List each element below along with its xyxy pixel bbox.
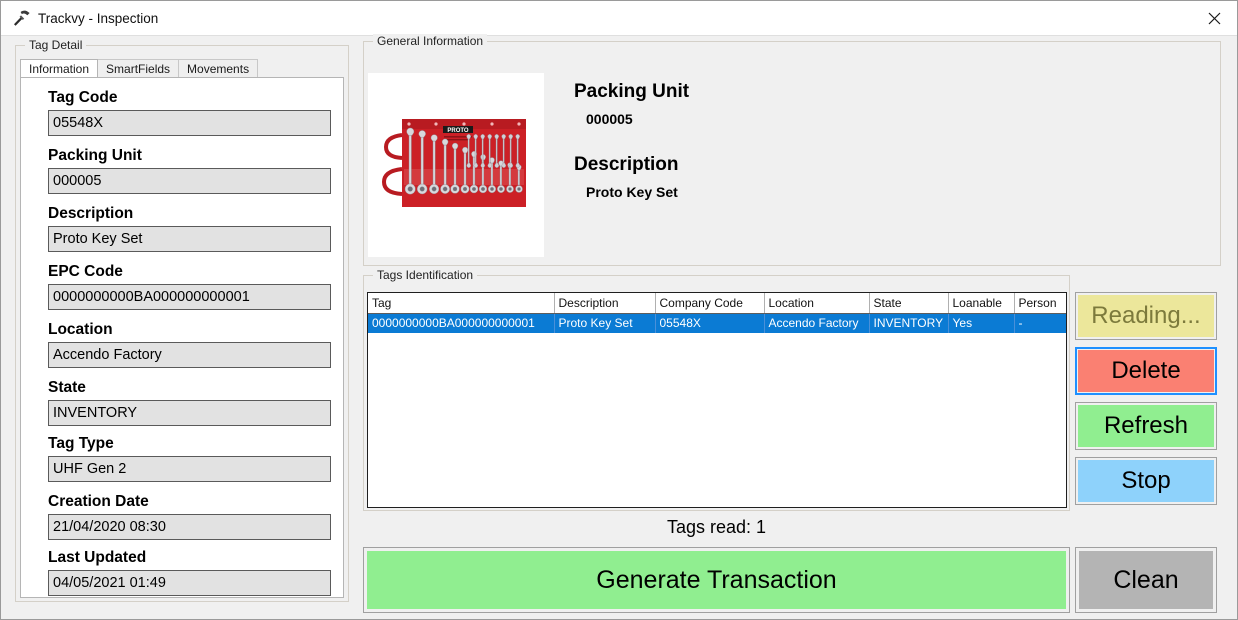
cell-loanable: Yes [948,313,1015,333]
tag-detail-group-title: Tag Detail [25,38,87,52]
input-creation-date[interactable]: 21/04/2020 08:30 [48,514,331,540]
tag-detail-group: Tag Detail Information SmartFields Movem… [15,38,349,602]
field-label-epc-code: EPC Code [48,263,123,280]
cell-person: - [1014,313,1066,333]
generate-transaction-button[interactable]: Generate Transaction [363,547,1070,613]
hammer-icon [9,7,33,29]
packing-unit-heading: Packing Unit [574,81,690,102]
column-header-tag[interactable]: Tag [368,293,555,314]
table-header-row: Tag Description Company Code Location St… [368,293,1066,314]
input-last-updated[interactable]: 04/05/2021 01:49 [48,570,331,596]
input-state[interactable]: INVENTORY [48,400,331,426]
product-image: PROTO [368,73,544,257]
clean-button[interactable]: Clean [1075,547,1217,613]
field-last-updated: Last Updated 04/05/2021 01:49 [48,548,331,596]
reading-button[interactable]: Reading... [1075,292,1217,340]
field-location: Location Accendo Factory [48,320,331,368]
tags-identification-group: Tags Identification Tag Description Comp… [363,268,1070,511]
reading-button-label: Reading... [1078,295,1214,337]
column-header-location[interactable]: Location [764,293,870,314]
tags-table[interactable]: Tag Description Company Code Location St… [367,292,1067,508]
delete-button[interactable]: Delete [1075,347,1217,395]
cell-tag: 0000000000BA000000000001 [368,313,555,333]
close-icon[interactable] [1191,1,1237,35]
field-label-state: State [48,379,86,396]
stop-button-label: Stop [1078,460,1214,502]
tab-information[interactable]: Information [20,59,99,77]
stop-button[interactable]: Stop [1075,457,1217,505]
column-header-state[interactable]: State [869,293,949,314]
general-info-packing-unit: Packing Unit 000005 [574,80,689,129]
column-header-description[interactable]: Description [554,293,656,314]
field-label-location: Location [48,321,113,338]
column-header-loanable[interactable]: Loanable [948,293,1015,314]
refresh-button-label: Refresh [1078,405,1214,447]
field-label-tag-code: Tag Code [48,89,118,106]
tags-read-status: Tags read: 1 [666,517,767,537]
cell-state: INVENTORY [869,313,949,333]
column-header-company-code[interactable]: Company Code [655,293,765,314]
cell-company-code: 05548X [655,313,765,333]
cell-location: Accendo Factory [764,313,870,333]
table-row[interactable]: 0000000000BA000000000001 Proto Key Set 0… [368,313,1066,333]
general-information-group: General Information PROTO Packing Unit 0… [363,34,1221,266]
field-label-description: Description [48,205,134,222]
cell-description: Proto Key Set [554,313,656,333]
input-packing-unit[interactable]: 000005 [48,168,331,194]
information-tab-panel: Tag Code 05548X Packing Unit 000005 Desc… [20,77,344,598]
tab-movements[interactable]: Movements [178,59,259,77]
field-label-last-updated: Last Updated [48,549,147,566]
description-value: Proto Key Set [586,184,678,200]
general-information-group-title: General Information [373,34,488,48]
input-tag-code[interactable]: 05548X [48,110,331,136]
title-bar: Trackvy - Inspection [1,1,1237,36]
field-description: Description Proto Key Set [48,204,331,252]
field-epc-code: EPC Code 0000000000BA000000000001 [48,262,331,310]
packing-unit-value: 000005 [586,111,633,127]
field-state: State INVENTORY [48,378,331,426]
application-window: Trackvy - Inspection Tag Detail Informat… [0,0,1238,620]
window-title: Trackvy - Inspection [38,10,159,26]
field-label-tag-type: Tag Type [48,435,114,452]
delete-button-label: Delete [1078,350,1214,392]
description-heading: Description [574,154,679,175]
input-epc-code[interactable]: 0000000000BA000000000001 [48,284,331,310]
field-tag-code: Tag Code 05548X [48,88,331,136]
svg-text:PROTO: PROTO [447,128,469,134]
tab-strip: Information SmartFields Movements [20,59,259,77]
clean-button-label: Clean [1079,551,1213,609]
input-description[interactable]: Proto Key Set [48,226,331,252]
field-label-creation-date: Creation Date [48,493,149,510]
field-packing-unit: Packing Unit 000005 [48,146,331,194]
generate-transaction-label: Generate Transaction [367,551,1066,609]
tags-identification-group-title: Tags Identification [373,268,478,282]
column-header-person[interactable]: Person [1014,293,1066,314]
field-creation-date: Creation Date 21/04/2020 08:30 [48,492,331,540]
input-location[interactable]: Accendo Factory [48,342,331,368]
field-label-packing-unit: Packing Unit [48,147,142,164]
input-tag-type[interactable]: UHF Gen 2 [48,456,331,482]
general-info-description: Description Proto Key Set [574,153,679,202]
field-tag-type: Tag Type UHF Gen 2 [48,434,331,482]
tab-smartfields[interactable]: SmartFields [97,59,180,77]
refresh-button[interactable]: Refresh [1075,402,1217,450]
